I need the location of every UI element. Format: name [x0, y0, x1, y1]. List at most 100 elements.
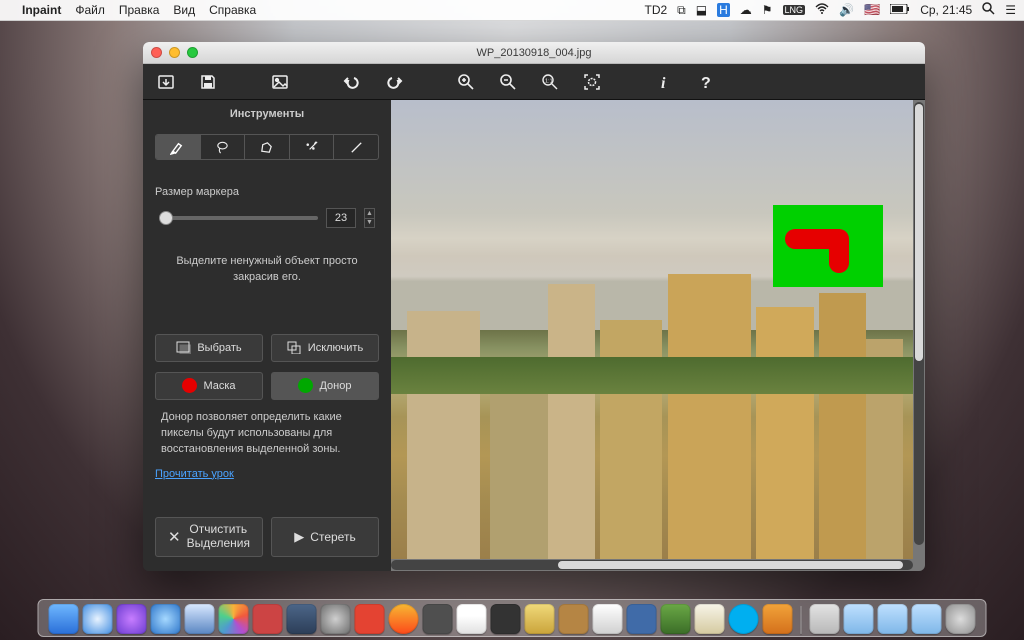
app15-icon[interactable]: [525, 604, 555, 634]
svg-text:i: i: [661, 75, 666, 91]
calendar-icon[interactable]: [457, 604, 487, 634]
app-store-icon[interactable]: [151, 604, 181, 634]
zoom-out-icon[interactable]: [499, 73, 517, 91]
dropbox-icon[interactable]: ⬓: [696, 3, 707, 17]
donor-button[interactable]: Донор: [271, 372, 379, 400]
battery-icon[interactable]: [890, 3, 910, 17]
notifications-icon[interactable]: ☰: [1005, 3, 1016, 17]
app18-icon[interactable]: [627, 604, 657, 634]
canvas-scrollbar-vertical[interactable]: [914, 102, 924, 545]
tool-selector: [155, 134, 379, 160]
spotlight-icon[interactable]: [982, 2, 995, 18]
select-icon: [176, 341, 191, 354]
marker-tool[interactable]: [156, 135, 201, 159]
volume-icon[interactable]: 🔊: [839, 3, 854, 17]
zoom-icon[interactable]: [187, 47, 198, 58]
zoom-fit-icon[interactable]: [583, 73, 601, 91]
itunes-icon[interactable]: [117, 604, 147, 634]
app20-icon[interactable]: [695, 604, 725, 634]
app-menu[interactable]: Inpaint: [22, 3, 61, 17]
todoist-icon[interactable]: TD2: [644, 3, 667, 17]
redo-icon[interactable]: [385, 73, 403, 91]
menu-edit[interactable]: Правка: [119, 3, 160, 17]
app-window: WP_20130918_004.jpg 1:1 i ? Инструменты: [143, 42, 925, 571]
clock[interactable]: Ср, 21:45: [920, 3, 972, 17]
folder1-icon[interactable]: [844, 604, 874, 634]
todoist-icon[interactable]: [355, 604, 385, 634]
dock-separator: [801, 606, 802, 634]
marker-size-label: Размер маркера: [155, 186, 379, 198]
mail-icon[interactable]: [185, 604, 215, 634]
save-icon[interactable]: [199, 73, 217, 91]
erase-button[interactable]: ▶ Стереть: [271, 517, 379, 557]
app22-icon[interactable]: [763, 604, 793, 634]
marker-size-value[interactable]: 23: [326, 208, 356, 228]
hint-paint: Выделите ненужный объект просто закрасив…: [155, 254, 379, 286]
app19-icon[interactable]: [661, 604, 691, 634]
svg-text:1:1: 1:1: [545, 78, 553, 84]
mask-color-icon: [182, 378, 197, 393]
toolbar: 1:1 i ?: [143, 64, 925, 100]
menu-file[interactable]: Файл: [75, 3, 105, 17]
app11-icon[interactable]: [389, 604, 419, 634]
photos-icon[interactable]: [219, 604, 249, 634]
close-icon[interactable]: [151, 47, 162, 58]
menubar-status: TD2 ⧉ ⬓ H ☁︎ ⚑ LNG 🔊 🇺🇸 Ср, 21:45 ☰: [644, 2, 1016, 18]
image-icon[interactable]: [271, 73, 289, 91]
minimize-icon[interactable]: [169, 47, 180, 58]
app8-icon[interactable]: [287, 604, 317, 634]
lang-icon[interactable]: LNG: [783, 5, 806, 15]
window-controls: [151, 47, 198, 58]
zoom-100-icon[interactable]: 1:1: [541, 73, 559, 91]
titlebar[interactable]: WP_20130918_004.jpg: [143, 42, 925, 64]
flag-icon[interactable]: ⚑: [762, 3, 773, 17]
edited-image: [391, 100, 913, 559]
hazel-icon[interactable]: H: [717, 3, 730, 17]
app16-icon[interactable]: [559, 604, 589, 634]
line-tool[interactable]: [334, 135, 378, 159]
1password-icon[interactable]: [491, 604, 521, 634]
info-icon[interactable]: i: [655, 73, 673, 91]
zoom-in-icon[interactable]: [457, 73, 475, 91]
cloud-icon[interactable]: ☁︎: [740, 3, 752, 17]
window-title: WP_20130918_004.jpg: [143, 47, 925, 59]
image-canvas[interactable]: [391, 100, 925, 571]
folder2-icon[interactable]: [878, 604, 908, 634]
flag-us-icon[interactable]: 🇺🇸: [864, 2, 880, 18]
app7-icon[interactable]: [253, 604, 283, 634]
prefs-icon[interactable]: [321, 604, 351, 634]
mask-button[interactable]: Маска: [155, 372, 263, 400]
menu-view[interactable]: Вид: [173, 3, 195, 17]
wifi-icon[interactable]: [815, 3, 829, 18]
svg-text:?: ?: [701, 75, 711, 91]
polygon-tool[interactable]: [245, 135, 290, 159]
evernote-icon[interactable]: [423, 604, 453, 634]
menu-help[interactable]: Справка: [209, 3, 256, 17]
trash-icon[interactable]: [946, 604, 976, 634]
lasso-tool[interactable]: [201, 135, 246, 159]
tutorial-link[interactable]: Прочитать урок: [155, 468, 379, 480]
finder-icon[interactable]: [49, 604, 79, 634]
display-icon[interactable]: ⧉: [677, 3, 686, 18]
open-icon[interactable]: [157, 73, 175, 91]
mail2-icon[interactable]: [593, 604, 623, 634]
donor-region[interactable]: [773, 205, 883, 287]
marker-size-stepper[interactable]: ▲▼: [364, 208, 375, 228]
exclude-icon: [287, 341, 302, 354]
exclude-button[interactable]: Исключить: [271, 334, 379, 362]
clear-selection-button[interactable]: ✕ ОтчиститьВыделения: [155, 517, 263, 557]
skype-icon[interactable]: [729, 604, 759, 634]
donor-color-icon: [298, 378, 313, 393]
undo-icon[interactable]: [343, 73, 361, 91]
help-icon[interactable]: ?: [697, 73, 715, 91]
hint-donor: Донор позволяет определить какие пикселы…: [155, 410, 379, 458]
safari-icon[interactable]: [83, 604, 113, 634]
marker-size-slider[interactable]: [159, 216, 318, 220]
magic-wand-tool[interactable]: [290, 135, 335, 159]
select-button[interactable]: Выбрать: [155, 334, 263, 362]
play-icon: ▶: [294, 529, 304, 545]
downloads-icon[interactable]: [810, 604, 840, 634]
clear-icon: ✕: [168, 528, 181, 546]
folder3-icon[interactable]: [912, 604, 942, 634]
canvas-scrollbar-horizontal[interactable]: [391, 560, 913, 570]
